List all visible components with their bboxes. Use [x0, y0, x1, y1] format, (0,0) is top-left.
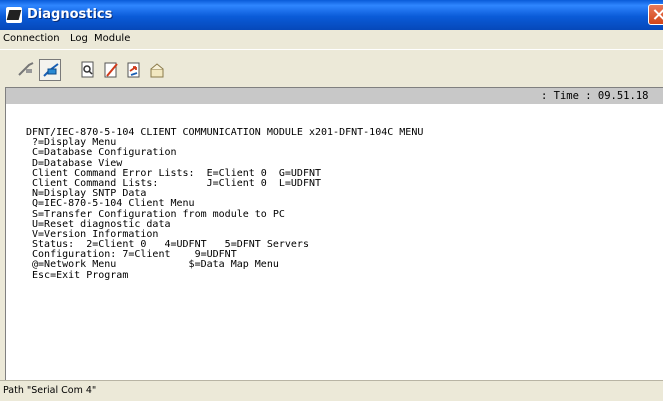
status-bar: Path "Serial Com 4" [0, 380, 663, 401]
edit-icon [104, 62, 118, 78]
connect-icon [43, 63, 59, 77]
console-output: DFNT/IEC-870-5-104 CLIENT COMMUNICATION … [26, 127, 423, 281]
menu-bar: Connection Log Module [0, 30, 663, 49]
time-display: : Time : 09.51.18 [541, 90, 649, 102]
app-icon [6, 7, 22, 23]
status-path: Path "Serial Com 4" [3, 385, 97, 396]
find-button[interactable] [77, 59, 99, 81]
transfer-button[interactable] [123, 59, 145, 81]
connect-button[interactable] [39, 59, 61, 81]
disconnect-icon [18, 62, 34, 76]
disconnect-button[interactable] [15, 59, 37, 81]
find-icon [81, 61, 94, 78]
time-bar: : Time : 09.51.18 [6, 88, 663, 104]
transfer-icon [127, 62, 140, 78]
toolbar [0, 49, 663, 86]
menu-log[interactable]: Log [70, 33, 88, 44]
title-bar[interactable]: Diagnostics [0, 0, 663, 30]
close-button[interactable] [648, 4, 663, 25]
open-box-icon [150, 63, 164, 78]
console-panel[interactable]: : Time : 09.51.18 DFNT/IEC-870-5-104 CLI… [5, 87, 663, 380]
console-line: Q=IEC-870-5-104 Client Menu [26, 198, 195, 210]
menu-connection[interactable]: Connection [3, 33, 60, 44]
menu-module[interactable]: Module [94, 33, 130, 44]
console-line: Esc=Exit Program [26, 269, 129, 281]
open-box-button[interactable] [146, 59, 168, 81]
edit-button[interactable] [100, 59, 122, 81]
window-title: Diagnostics [27, 7, 113, 22]
